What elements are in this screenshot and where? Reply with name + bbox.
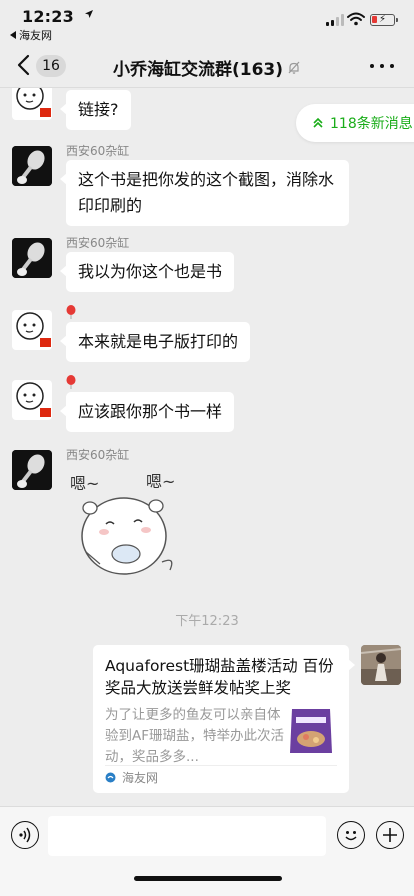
- group-title-text: 小乔海缸交流群(163): [112, 60, 284, 80]
- balloon-icon: [66, 375, 76, 389]
- sender-name: 西安60杂缸: [66, 144, 130, 158]
- sticker-text-left: 嗯~: [70, 474, 100, 493]
- new-messages-label: 118条新消息: [330, 116, 413, 132]
- avatar-microphone[interactable]: [12, 146, 52, 186]
- back-triangle-icon: [10, 31, 16, 39]
- link-card-title: Aquaforest珊瑚盐盖楼活动 百份奖品大放送尝鲜发帖奖上奖: [105, 657, 334, 697]
- status-time: 12:23: [22, 7, 74, 26]
- source-logo-icon: [105, 772, 116, 783]
- back-to-app-link[interactable]: 海友网: [10, 27, 52, 43]
- link-card-source-label: 海友网: [122, 771, 159, 785]
- new-messages-button[interactable]: 118条新消息: [296, 104, 414, 142]
- more-options-button[interactable]: [370, 56, 394, 76]
- message-bubble[interactable]: 这个书是把你发的这个截图，消除水印印刷的: [60, 160, 349, 226]
- cellular-signal-icon: [326, 14, 344, 26]
- home-indicator[interactable]: [134, 876, 282, 881]
- message-text: 应该跟你那个书一样: [78, 402, 223, 421]
- balloon-icon: [66, 305, 76, 319]
- mute-bell-icon: [288, 61, 300, 74]
- avatar-self[interactable]: [361, 645, 401, 685]
- link-card[interactable]: Aquaforest珊瑚盐盖楼活动 百份奖品大放送尝鲜发帖奖上奖 为了让更多的鱼…: [93, 645, 355, 793]
- avatar-cartoon[interactable]: [12, 380, 52, 420]
- message-input[interactable]: [48, 816, 326, 856]
- more-actions-button[interactable]: [376, 821, 404, 849]
- avatar-cartoon[interactable]: [12, 310, 52, 350]
- message-text: 我以为你这个也是书: [78, 262, 223, 281]
- avatar-cartoon[interactable]: [12, 88, 52, 120]
- battery-icon: ⚡: [370, 14, 398, 26]
- voice-input-button[interactable]: [11, 821, 39, 849]
- plus-icon: [383, 828, 397, 842]
- message-bubble[interactable]: 我以为你这个也是书: [59, 252, 235, 292]
- sender-name: 西安60杂缸: [66, 448, 130, 462]
- group-title: 小乔海缸交流群(163): [0, 55, 414, 80]
- message-text: 这个书是把你发的这个截图，消除水印印刷的: [78, 170, 335, 215]
- link-card-description: 为了让更多的鱼友可以亲自体验到AF珊瑚盐，特举办此次活动，奖品多多...: [105, 707, 284, 765]
- back-app-label: 海友网: [19, 29, 52, 42]
- wifi-icon: [347, 12, 365, 26]
- message-text: 链接?: [78, 100, 119, 119]
- chat-header: 16 小乔海缸交流群(163): [0, 44, 414, 88]
- sticker-text-right: 嗯~: [146, 472, 176, 491]
- message-bubble[interactable]: 链接?: [60, 90, 131, 130]
- message-text: 本来就是电子版打印的: [78, 332, 239, 351]
- message-list[interactable]: 链接? 118条新消息 西安60杂缸 这个书是把你发的这个截图，消除水印印刷的 …: [0, 88, 414, 806]
- link-card-thumbnail: [286, 703, 336, 757]
- double-chevron-up-icon: [313, 117, 323, 128]
- link-card-source: 海友网: [105, 769, 158, 786]
- avatar-microphone[interactable]: [12, 450, 52, 490]
- sticker-hamster[interactable]: 嗯~ 嗯~: [66, 466, 186, 586]
- voice-wave-icon: [19, 827, 31, 843]
- avatar-microphone[interactable]: [12, 238, 52, 278]
- emoji-button[interactable]: [337, 821, 365, 849]
- message-timestamp: 下午12:23: [175, 614, 239, 629]
- status-bar: 12:23 海友网 ⚡: [0, 0, 414, 44]
- location-arrow-icon: [85, 10, 93, 18]
- link-card-divider: [105, 765, 337, 766]
- input-bar: [0, 806, 414, 896]
- sender-name: 西安60杂缸: [66, 236, 130, 250]
- smiley-icon: [345, 831, 357, 841]
- message-bubble[interactable]: 应该跟你那个书一样: [59, 392, 235, 432]
- message-bubble[interactable]: 本来就是电子版打印的: [59, 322, 251, 362]
